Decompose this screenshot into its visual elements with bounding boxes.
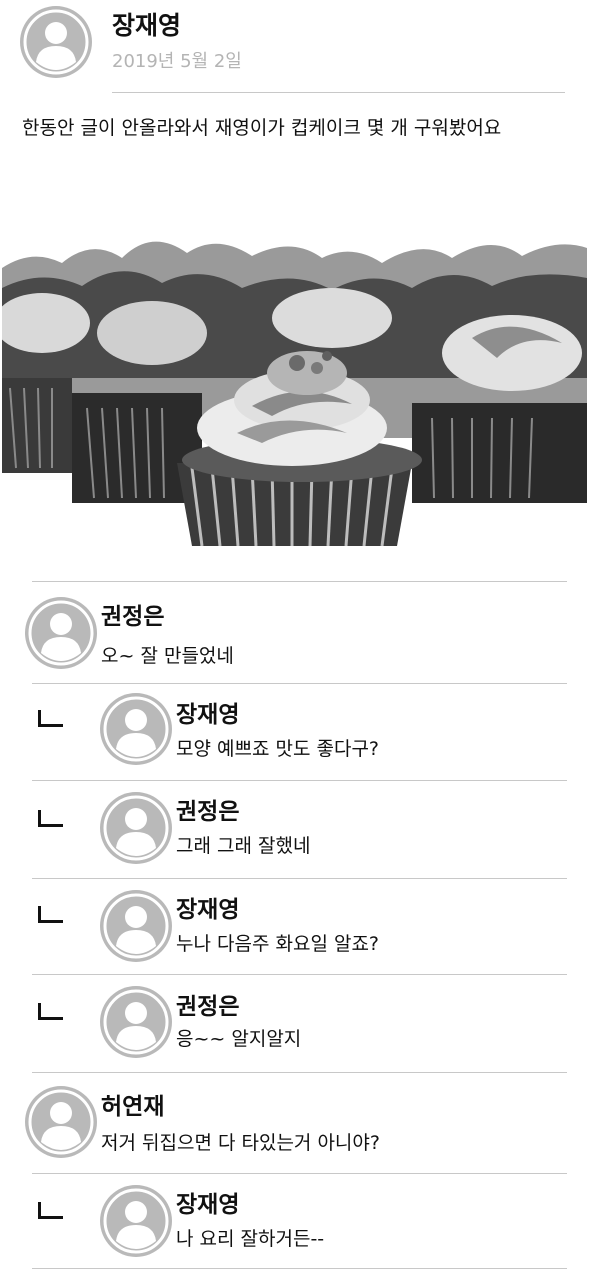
comment-author[interactable]: 장재영 [176, 890, 239, 924]
comment-author[interactable]: 권정은 [176, 792, 239, 826]
comment-avatar[interactable] [100, 986, 172, 1058]
comment-text: 모양 예쁘죠 맛도 좋다구? [176, 738, 380, 760]
user-silhouette-icon [28, 600, 94, 666]
comment-divider [32, 878, 567, 879]
comments-divider-top [32, 581, 567, 582]
user-silhouette-icon [28, 1089, 94, 1155]
comment-text: 나 요리 잘하거든-- [176, 1228, 325, 1250]
comment-divider [32, 974, 567, 975]
comment-author[interactable]: 장재영 [176, 1185, 239, 1219]
comment-divider [32, 1072, 567, 1073]
comment-divider [32, 1268, 567, 1269]
post-author-avatar[interactable] [20, 6, 92, 78]
comment-avatar[interactable] [100, 890, 172, 962]
reply-arrow-icon [38, 906, 63, 923]
user-silhouette-icon [103, 893, 169, 959]
comment-avatar[interactable] [100, 792, 172, 864]
comment-avatar[interactable] [25, 1086, 97, 1158]
post-author-name[interactable]: 장재영 [112, 6, 181, 42]
reply-arrow-icon [38, 1003, 63, 1020]
comment-divider [32, 780, 567, 781]
user-silhouette-icon [103, 989, 169, 1055]
comment-text: 그래 그래 잘했네 [176, 835, 311, 857]
comment-text: 누나 다음주 화요일 알죠? [176, 933, 380, 955]
comment-author[interactable]: 허연재 [101, 1087, 164, 1121]
comment-text: 응~~ 알지알지 [176, 1028, 302, 1050]
user-silhouette-icon [103, 795, 169, 861]
post-date: 2019년 5월 2일 [112, 51, 242, 72]
header-divider [112, 92, 565, 93]
comment-text: 오~ 잘 만들었네 [101, 645, 234, 667]
post-body-text: 한동안 글이 안올라와서 재영이가 컵케이크 몇 개 구워봤어요 [22, 117, 502, 139]
user-silhouette-icon [23, 9, 89, 75]
comment-author[interactable]: 권정은 [101, 597, 164, 631]
comment-author[interactable]: 권정은 [176, 987, 239, 1021]
comment-author[interactable]: 장재영 [176, 695, 239, 729]
comment-avatar[interactable] [100, 1185, 172, 1257]
comment-avatar[interactable] [100, 693, 172, 765]
comment-divider [32, 1173, 567, 1174]
user-silhouette-icon [103, 1188, 169, 1254]
user-silhouette-icon [103, 696, 169, 762]
comment-text: 저거 뒤집으면 다 타있는거 아니야? [101, 1132, 380, 1154]
comment-avatar[interactable] [25, 597, 97, 669]
reply-arrow-icon [38, 710, 63, 727]
reply-arrow-icon [38, 810, 63, 827]
comment-divider [32, 683, 567, 684]
cupcakes-photo[interactable] [2, 228, 587, 546]
reply-arrow-icon [38, 1202, 63, 1219]
